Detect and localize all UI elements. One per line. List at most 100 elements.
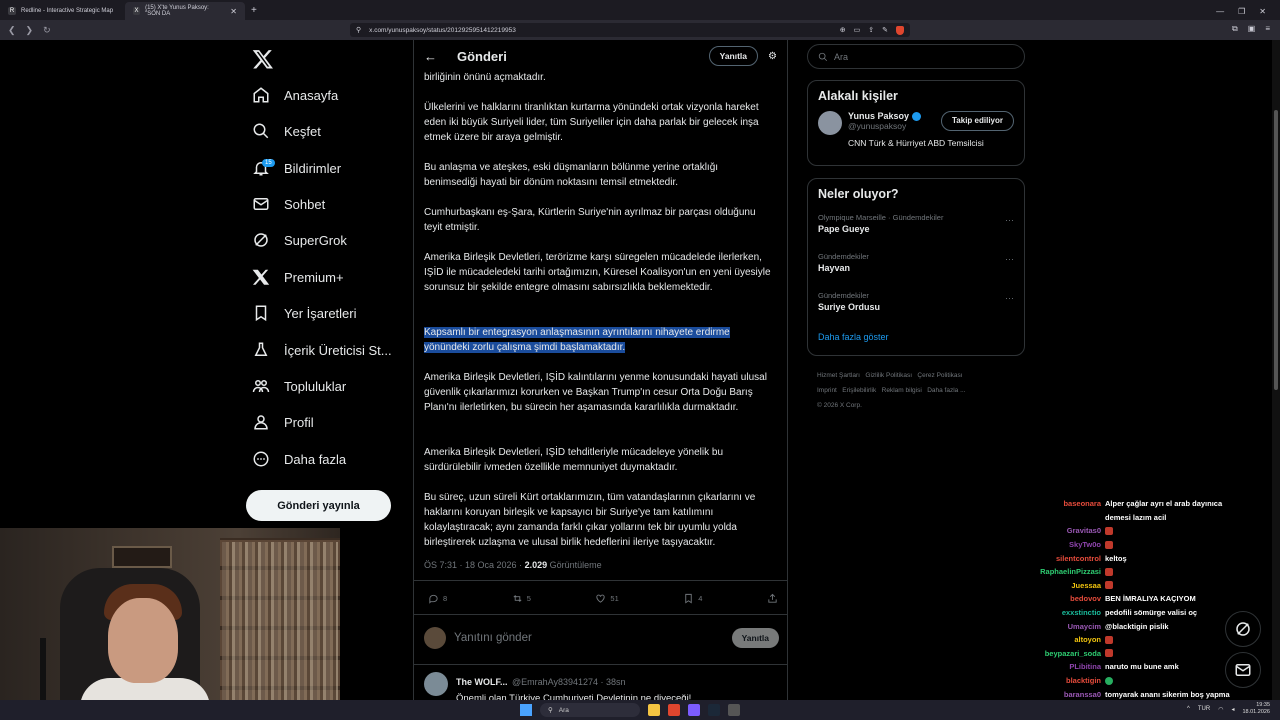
nav-chat[interactable]: Sohbet: [252, 190, 325, 218]
close-window-icon[interactable]: ✕: [1259, 7, 1266, 16]
author-name[interactable]: The WOLF...: [456, 677, 508, 687]
footer-link[interactable]: Reklam bilgisi: [882, 387, 922, 394]
browser-tab[interactable]: R Redline - Interactive Strategic Map: [0, 2, 125, 20]
grok-fab[interactable]: [1225, 611, 1261, 647]
following-button[interactable]: Takip ediliyor: [941, 111, 1014, 131]
bookmark-action[interactable]: 4: [683, 593, 702, 604]
author-handle[interactable]: @EmrahAy83941274 · 38sn: [512, 677, 626, 687]
messages-fab[interactable]: [1225, 652, 1261, 688]
avatar[interactable]: [818, 111, 842, 135]
nav-premium[interactable]: Premium+: [252, 263, 344, 291]
chat-username[interactable]: bedovov: [1020, 594, 1105, 603]
footer-link[interactable]: Hizmet Şartları: [817, 372, 860, 379]
wifi-icon[interactable]: ◠: [1218, 706, 1223, 713]
chat-username[interactable]: exxstinctio: [1020, 608, 1105, 617]
tweet-time[interactable]: ÖS 7:31 · 18 Oca 2026 ·: [424, 560, 525, 570]
trend-item[interactable]: Olympique Marseille · Gündemdekiler Pape…: [808, 209, 1024, 248]
steam-icon[interactable]: [708, 704, 720, 716]
more-options-icon[interactable]: ···: [1005, 293, 1014, 303]
chat-username[interactable]: blacktigin: [1020, 676, 1105, 685]
post-button[interactable]: Gönderi yayınla: [246, 490, 391, 521]
person-name[interactable]: Yunus Paksoy: [848, 111, 909, 121]
trend-item[interactable]: Gündemdekiler Suriye Ordusu ···: [808, 287, 1024, 326]
back-arrow-icon[interactable]: ←: [424, 49, 437, 64]
taskbar-search[interactable]: ⚲ Ara: [540, 703, 640, 717]
site-info-icon[interactable]: ⚲: [356, 26, 361, 34]
chat-username[interactable]: Umaycim: [1020, 622, 1105, 631]
chat-username[interactable]: silentcontrol: [1020, 554, 1105, 563]
edit-icon[interactable]: ✎: [882, 26, 888, 35]
browser-tab-active[interactable]: X (15) X'te Yunus Paksoy: "SON DA ✕: [125, 2, 245, 20]
reply-action[interactable]: 8: [428, 593, 447, 604]
chat-username[interactable]: beypazari_soda: [1020, 649, 1105, 658]
more-options-icon[interactable]: ···: [1005, 254, 1014, 264]
zoom-icon[interactable]: ⊕: [840, 26, 846, 35]
brave-shield-icon[interactable]: [896, 25, 904, 35]
windows-start-icon[interactable]: [520, 704, 532, 716]
forward-icon[interactable]: ❯: [26, 25, 34, 36]
nav-supergrok[interactable]: SuperGrok: [252, 226, 347, 254]
footer-link[interactable]: Çerez Politikası: [917, 372, 962, 379]
tray-chevron-icon[interactable]: ^: [1187, 706, 1190, 712]
nav-communities[interactable]: Topluluklar: [252, 372, 346, 400]
footer-link[interactable]: Erişilebilirlik: [842, 387, 876, 394]
footer-link[interactable]: Gizlilik Politikası: [865, 372, 912, 379]
nav-home[interactable]: Anasayfa: [252, 81, 338, 109]
x-logo-icon[interactable]: [252, 48, 274, 70]
minimize-icon[interactable]: —: [1216, 7, 1224, 16]
extensions-icon[interactable]: ⧉: [1232, 24, 1238, 34]
nav-bookmarks[interactable]: Yer İşaretleri: [252, 299, 357, 327]
tweet-meta: ÖS 7:31 · 18 Oca 2026 · 2.029 Görüntülem…: [424, 560, 602, 570]
chat-message: RaphaelinPizzasi: [1020, 565, 1260, 579]
nav-explore[interactable]: Keşfet: [252, 117, 321, 145]
footer-link[interactable]: Daha fazla ...: [927, 387, 965, 394]
close-tab-icon[interactable]: ✕: [230, 7, 237, 16]
chat-username[interactable]: RaphaelinPizzasi: [1020, 567, 1105, 576]
scrollbar-thumb[interactable]: [1274, 110, 1278, 390]
trend-item[interactable]: Gündemdekiler Hayvan ···: [808, 248, 1024, 287]
menu-icon[interactable]: ≡: [1265, 24, 1270, 34]
chat-username[interactable]: baseonara: [1020, 499, 1105, 508]
app-icon[interactable]: [728, 704, 740, 716]
restore-icon[interactable]: ❐: [1238, 7, 1245, 16]
wallet-icon[interactable]: ▣: [1248, 24, 1256, 34]
more-options-icon[interactable]: ···: [1005, 215, 1014, 225]
url-text[interactable]: x.com/yunuspaksoy/status/201292595141221…: [369, 27, 516, 34]
file-explorer-icon[interactable]: [648, 704, 660, 716]
scrollbar[interactable]: [1272, 40, 1280, 700]
chat-username[interactable]: baranssa0: [1020, 690, 1105, 699]
settings-sliders-icon[interactable]: ⚙: [768, 51, 777, 62]
new-tab-button[interactable]: +: [245, 2, 263, 20]
footer-link[interactable]: Imprint: [817, 387, 837, 394]
lang-indicator[interactable]: TUR: [1198, 706, 1210, 712]
search-input[interactable]: Ara: [807, 44, 1025, 69]
like-action[interactable]: 51: [595, 593, 619, 604]
reply-input[interactable]: Yanıtını gönder: [454, 632, 532, 644]
chat-emote-icon: [1105, 567, 1113, 576]
share-action[interactable]: [767, 593, 778, 604]
nav-profile[interactable]: Profil: [252, 408, 314, 436]
reply-send-button[interactable]: Yanıtla: [731, 628, 779, 648]
reply-button[interactable]: Yanıtla: [708, 46, 759, 66]
chat-username[interactable]: PLibitina: [1020, 662, 1105, 671]
nav-notifications[interactable]: 15 Bildirimler: [252, 154, 341, 182]
person-card[interactable]: Yunus Paksoy @yunuspaksoy Takip ediliyor: [808, 111, 1024, 135]
chat-message: demesi lazım acil: [1020, 511, 1260, 525]
show-more-link[interactable]: Daha fazla göster: [808, 326, 1024, 352]
address-bar[interactable]: ⚲ x.com/yunuspaksoy/status/2012925951412…: [350, 23, 910, 37]
nav-more[interactable]: Daha fazla: [252, 445, 346, 473]
clock[interactable]: 19:35 18.01.2026: [1242, 702, 1270, 716]
chat-username[interactable]: altoyon: [1020, 635, 1105, 644]
back-icon[interactable]: ❮: [8, 25, 16, 36]
brave-browser-icon[interactable]: [668, 704, 680, 716]
discord-icon[interactable]: [688, 704, 700, 716]
reload-icon[interactable]: ↻: [43, 25, 51, 36]
share-icon[interactable]: ⇪: [868, 26, 874, 35]
chat-username[interactable]: Juessaa: [1020, 581, 1105, 590]
screen-icon[interactable]: ▭: [854, 26, 861, 35]
volume-icon[interactable]: ◂: [1231, 706, 1234, 713]
nav-creator-studio[interactable]: İçerik Üreticisi St...: [252, 336, 392, 364]
retweet-action[interactable]: 5: [512, 593, 531, 604]
chat-username[interactable]: SkyTw0o: [1020, 540, 1105, 549]
chat-username[interactable]: Gravitas0: [1020, 526, 1105, 535]
